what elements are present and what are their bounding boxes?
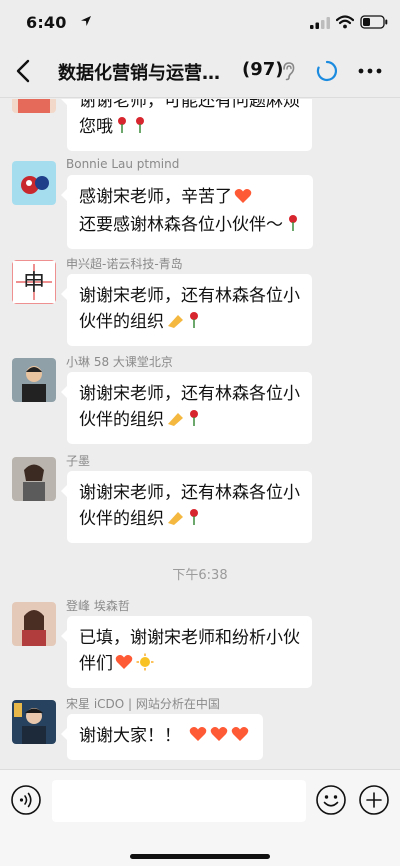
time-separator: 下午6:38 [172,568,228,583]
chat-header: 数据化营销与运营… (97) [0,44,400,98]
member-count: (97) [242,59,284,80]
message-bubble[interactable]: 谢谢宋老师，还有林森各位小 伙伴的组织 [61,274,312,346]
avatar[interactable] [12,700,56,744]
rose-emoji-icon [285,214,301,240]
avatar[interactable] [12,99,56,113]
message-text: 感谢宋老师，辛苦了 [79,187,232,207]
status-time: 6:40 [26,13,67,32]
message-bubble[interactable]: 谢谢宋老师，还有林森各位小 伙伴的组织 [61,372,312,444]
message-bubble[interactable]: 谢谢老师，可能还有问题麻烦 您哦 [61,99,312,151]
message-text: 谢谢宋老师，还有林森各位小 [79,286,300,306]
status-bar: 6:40 [0,0,400,44]
message-input[interactable] [52,780,306,822]
message-bubble[interactable]: 感谢宋老师，辛苦了 还要感谢林森各位小伙伴～ [61,175,313,249]
heart-emoji-icon [189,725,251,751]
message-bubble[interactable]: 谢谢大家！！ [61,714,263,760]
message-text: 谢谢老师，可能还有问题麻烦 [79,99,300,111]
message-text: 伙伴的组织 [79,509,164,529]
voice-icon[interactable] [10,784,42,816]
clap-emoji-icon [166,508,204,534]
location-arrow-icon [81,16,91,26]
heart-emoji-icon [115,653,155,679]
wifi-icon [336,15,354,29]
emoji-icon[interactable] [315,784,347,816]
svg-text:申: 申 [23,271,45,296]
avatar[interactable] [12,457,56,501]
avatar[interactable] [12,161,56,205]
message-bubble[interactable]: 已填，谢谢宋老师和纷析小伙 伴们 [61,616,312,688]
rose-emoji-icon [115,116,149,142]
heart-emoji-icon [234,186,252,212]
message-text: 还要感谢林森各位小伙伴～ [79,215,283,235]
back-icon[interactable] [12,58,36,84]
message-text: 伴们 [79,654,113,674]
sender-name: 宋星 iCDO | 网站分析在中国 [66,697,220,711]
sender-name: 子墨 [66,454,91,468]
message-text: 谢谢宋老师，还有林森各位小 [79,483,300,503]
message-text: 伙伴的组织 [79,312,164,332]
sender-name: Bonnie Lau ptmind [66,157,180,171]
sender-name: 申兴超-诺云科技-青岛 [66,257,183,271]
input-bar [0,769,400,866]
sync-icon[interactable] [316,60,338,82]
message-bubble[interactable]: 谢谢宋老师，还有林森各位小 伙伴的组织 [61,471,312,543]
battery-icon [360,15,388,29]
message-text: 谢谢宋老师，还有林森各位小 [79,384,300,404]
clap-emoji-icon [166,409,204,435]
home-indicator [130,854,270,859]
avatar[interactable] [12,602,56,646]
signal-icon [310,17,330,29]
avatar[interactable]: 申 [12,260,56,304]
ear-icon [283,62,295,81]
avatar[interactable] [12,358,56,402]
chat-title: 数据化营销与运营… [58,63,220,84]
message-text: 已填，谢谢宋老师和纷析小伙 [79,628,300,648]
sender-name: 登峰 埃森哲 [66,599,130,613]
message-text: 伙伴的组织 [79,410,164,430]
plus-icon[interactable] [358,784,390,816]
chat-list[interactable]: 谢谢老师，可能还有问题麻烦 您哦 Bonnie Lau ptmind 感谢宋老师… [0,99,400,769]
sender-name: 小琳 58 大课堂北京 [66,355,173,369]
message-text: 您哦 [79,117,113,137]
more-icon[interactable] [358,64,382,78]
clap-emoji-icon [166,311,204,337]
message-text: 谢谢大家！！ [79,726,181,746]
